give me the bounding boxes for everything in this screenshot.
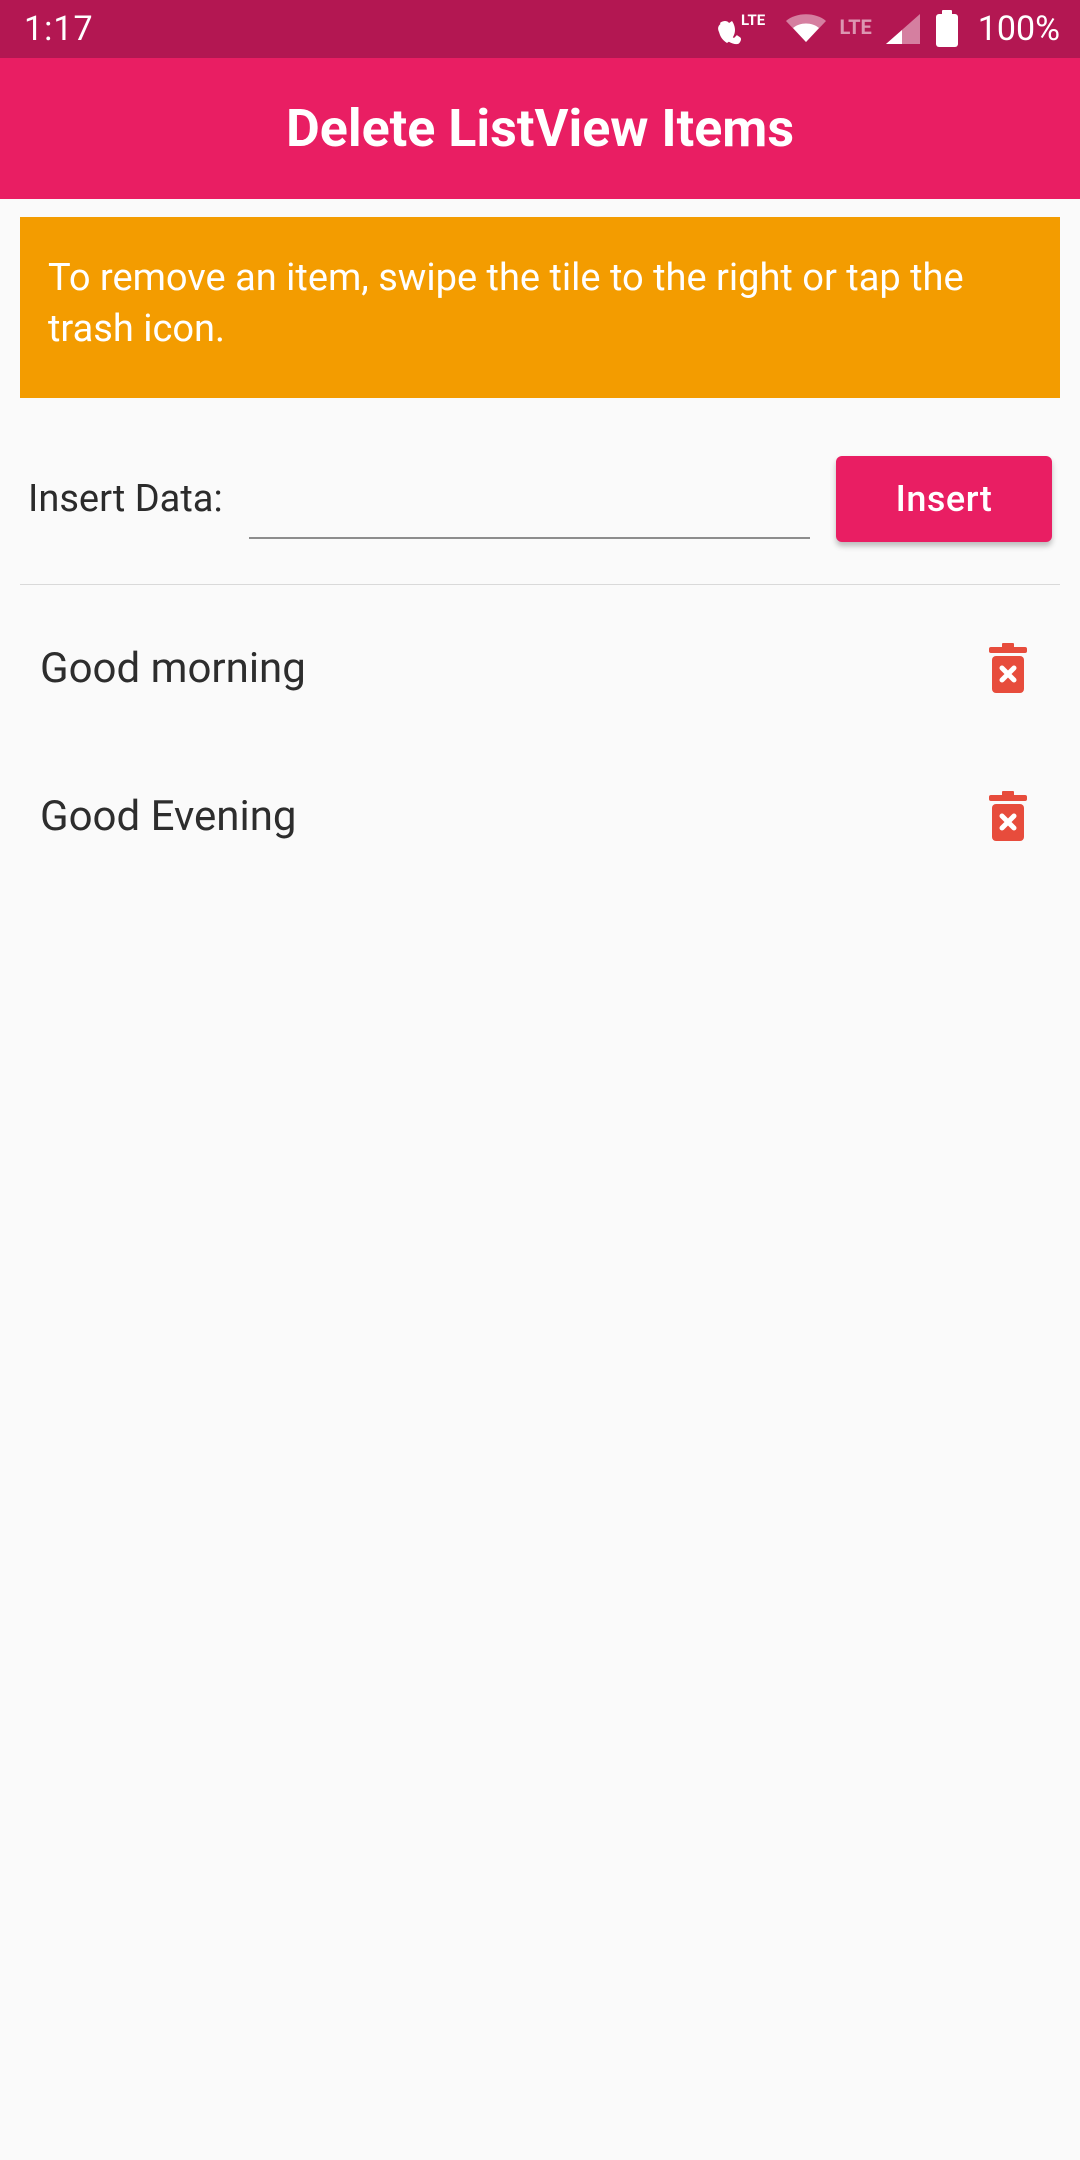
- insert-input-wrap: [249, 459, 810, 539]
- trash-icon: [985, 643, 1031, 695]
- info-banner: To remove an item, swipe the tile to the…: [20, 217, 1060, 398]
- delete-button[interactable]: [980, 787, 1036, 847]
- status-indicators: LTE LTE 100%: [716, 9, 1060, 49]
- app-bar: Delete ListView Items: [0, 58, 1080, 199]
- info-banner-text: To remove an item, swipe the tile to the…: [48, 256, 964, 351]
- input-underline: [249, 537, 810, 539]
- battery-percentage: 100%: [978, 9, 1060, 49]
- list-item[interactable]: Good Evening: [26, 743, 1054, 891]
- insert-row: Insert Data: Insert: [20, 398, 1060, 585]
- delete-button[interactable]: [980, 639, 1036, 699]
- list-item[interactable]: Good morning: [26, 595, 1054, 743]
- status-bar: 1:17 LTE LTE: [0, 0, 1080, 58]
- battery-icon: [934, 10, 960, 48]
- cell-signal-icon: [884, 12, 922, 46]
- insert-input[interactable]: [249, 459, 810, 539]
- status-time: 1:17: [24, 9, 94, 49]
- wifi-call-lte-icon: LTE: [716, 12, 772, 46]
- item-list: Good morning Good Evening: [20, 585, 1060, 891]
- insert-label: Insert Data:: [28, 477, 223, 521]
- wifi-icon: [784, 12, 828, 46]
- list-item-label: Good Evening: [40, 792, 297, 841]
- insert-button[interactable]: Insert: [836, 456, 1052, 542]
- list-item-label: Good morning: [40, 644, 306, 693]
- lte-signal-label: LTE: [840, 15, 872, 39]
- svg-text:LTE: LTE: [741, 12, 766, 29]
- page-title: Delete ListView Items: [286, 98, 794, 159]
- page-body: To remove an item, swipe the tile to the…: [0, 199, 1080, 891]
- trash-icon: [985, 791, 1031, 843]
